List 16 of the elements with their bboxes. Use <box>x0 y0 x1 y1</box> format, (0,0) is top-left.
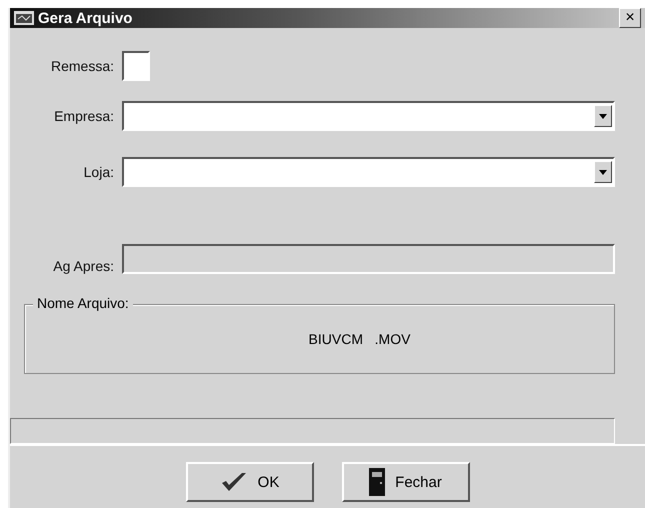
close-dialog-button[interactable]: Fechar <box>342 462 470 502</box>
ok-button[interactable]: OK <box>186 462 314 502</box>
app-icon <box>14 10 34 26</box>
door-icon <box>369 468 386 496</box>
dropdown-field[interactable] <box>122 157 615 187</box>
input-field[interactable] <box>122 51 150 81</box>
field-label: Loja: <box>82 164 115 180</box>
window-title: Gera Arquivo <box>38 10 134 26</box>
field-label: Ag Apres: <box>52 258 115 274</box>
field-label: Empresa: <box>53 108 115 124</box>
dropdown-field[interactable] <box>122 101 615 131</box>
checkmark-icon <box>220 471 248 493</box>
field-label: Remessa: <box>50 58 115 74</box>
file-name: BIUVCM .MOV <box>308 331 410 347</box>
close-button[interactable]: × <box>619 8 641 28</box>
group-legend: Nome Arquivo: <box>33 295 133 311</box>
